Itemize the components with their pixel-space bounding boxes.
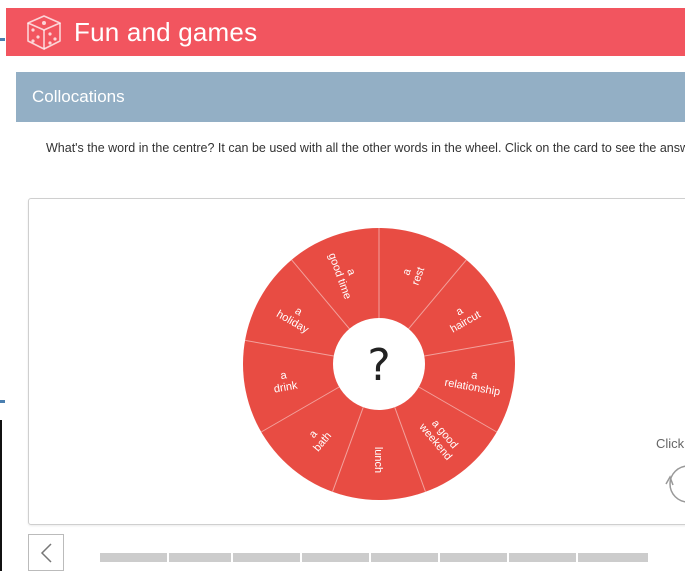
dice-icon [27,15,61,50]
progress-segment[interactable] [371,553,438,562]
previous-button[interactable] [28,534,64,571]
progress-segment[interactable] [440,553,507,562]
section-title: Collocations [32,87,125,106]
progress-segment[interactable] [233,553,300,562]
collocation-wheel[interactable]: arestahaircutarelationshipa goodweekendl… [240,225,518,503]
progress-segment[interactable] [578,553,648,562]
edge-marker [0,400,5,403]
instructions-text: What's the word in the centre? It can be… [46,141,685,155]
wheel-segment-label: lunch [372,447,384,473]
header-banner: Fun and games [6,8,685,56]
click-hint: Click [656,436,685,451]
progress-segment[interactable] [100,553,167,562]
page-title: Fun and games [74,16,258,47]
wheel-segment: lunch [372,447,384,473]
left-divider [0,420,2,571]
wheel-center-label: ? [367,340,390,391]
progress-segment[interactable] [302,553,369,562]
chevron-left-icon [40,542,52,563]
edge-marker [0,38,5,41]
rotate-icon[interactable] [660,462,685,506]
section-header: Collocations [16,72,685,122]
progress-segment[interactable] [169,553,231,562]
progress-segment[interactable] [509,553,576,562]
